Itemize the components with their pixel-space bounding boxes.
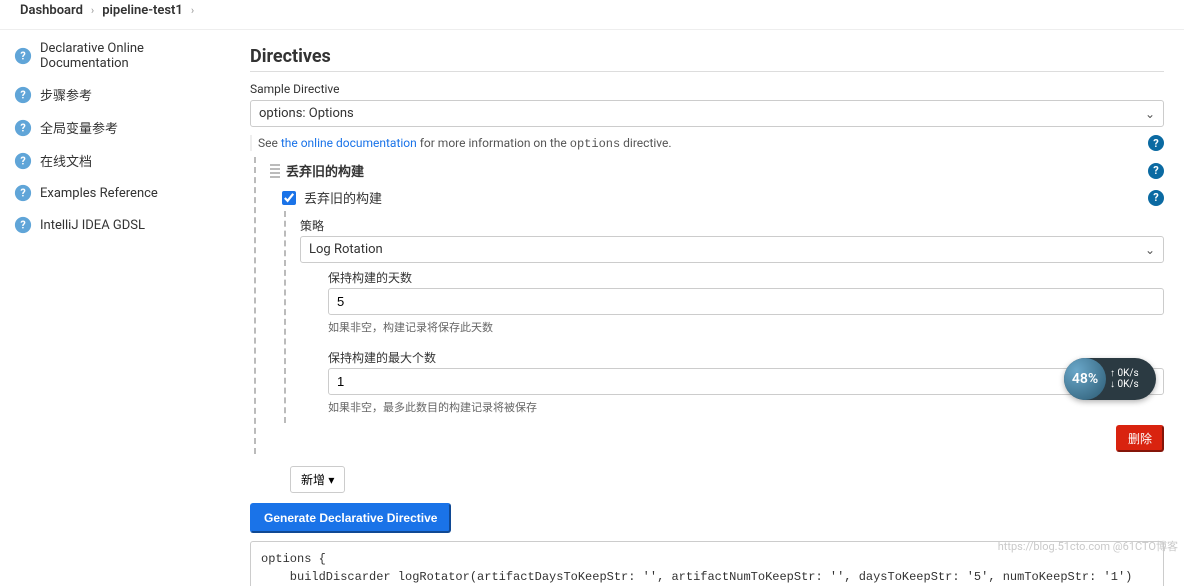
- svg-text:?: ?: [20, 187, 25, 200]
- widget-percent: 48%: [1064, 358, 1106, 400]
- breadcrumb-dashboard[interactable]: Dashboard: [20, 3, 83, 18]
- breadcrumb-bar: Dashboard › pipeline-test1 ›: [0, 0, 1184, 30]
- days-to-keep-label: 保持构建的天数: [328, 263, 1164, 288]
- help-icon: ?: [14, 86, 32, 104]
- page-title: Directives: [250, 46, 1164, 72]
- strategy-select[interactable]: Log Rotation ⌄: [300, 236, 1164, 263]
- watermark: https://blog.51cto.com @61CTO博客: [998, 538, 1178, 554]
- help-icon[interactable]: ?: [1148, 190, 1164, 206]
- sidebar-item-examples[interactable]: ? Examples Reference: [10, 177, 225, 209]
- sidebar-item-label: IntelliJ IDEA GDSL: [40, 218, 145, 233]
- caret-down-icon: ▾: [328, 473, 334, 487]
- sidebar-item-label: Declarative Online Documentation: [40, 41, 221, 71]
- download-rate: ↓ 0K/s: [1110, 379, 1139, 390]
- select-value: Log Rotation: [309, 242, 383, 257]
- discard-old-builds-block: 丢弃旧的构建 ? 丢弃旧的构建 ? 策略 Log Rotation ⌄: [254, 157, 1164, 454]
- network-widget[interactable]: 48% ↑ 0K/s ↓ 0K/s: [1064, 358, 1156, 400]
- sidebar-item-label: 全局变量参考: [40, 118, 118, 137]
- svg-text:?: ?: [20, 88, 25, 101]
- sidebar-item-intellij[interactable]: ? IntelliJ IDEA GDSL: [10, 209, 225, 241]
- sidebar-item-label: 在线文档: [40, 151, 92, 170]
- main-content: Directives Sample Directive options: Opt…: [236, 30, 1184, 586]
- max-to-keep-input[interactable]: [328, 368, 1164, 395]
- delete-button[interactable]: 删除: [1116, 425, 1164, 452]
- upload-rate: ↑ 0K/s: [1110, 368, 1139, 379]
- strategy-label: 策略: [300, 211, 1164, 236]
- help-icon[interactable]: ?: [1148, 135, 1164, 151]
- svg-text:?: ?: [20, 121, 25, 134]
- add-button[interactable]: 新增 ▾: [290, 466, 345, 493]
- chevron-right-icon: ›: [187, 4, 198, 17]
- checkbox-label: 丢弃旧的构建: [304, 188, 382, 207]
- generate-directive-button[interactable]: Generate Declarative Directive: [250, 503, 451, 533]
- breadcrumb-pipeline[interactable]: pipeline-test1: [102, 3, 183, 18]
- days-help-text: 如果非空，构建记录将保存此天数: [328, 315, 1164, 343]
- chevron-down-icon: ⌄: [1145, 243, 1155, 257]
- help-icon: ?: [14, 216, 32, 234]
- max-help-text: 如果非空，最多此数目的构建记录将被保存: [328, 395, 1164, 423]
- breadcrumb: Dashboard › pipeline-test1 ›: [14, 0, 204, 30]
- svg-text:?: ?: [20, 154, 25, 167]
- days-to-keep-input[interactable]: [328, 288, 1164, 315]
- max-to-keep-label: 保持构建的最大个数: [328, 343, 1164, 368]
- drag-handle-icon[interactable]: [270, 164, 280, 178]
- chevron-down-icon: ⌄: [1145, 107, 1155, 121]
- sidebar-item-label: Examples Reference: [40, 186, 158, 201]
- discard-old-builds-checkbox[interactable]: [282, 191, 296, 205]
- help-icon: ?: [14, 119, 32, 137]
- select-value: options: Options: [259, 106, 354, 121]
- svg-text:?: ?: [20, 219, 25, 232]
- hint-text: See the online documentation for more in…: [258, 136, 672, 151]
- sidebar: ? Declarative Online Documentation ? 步骤参…: [0, 30, 236, 586]
- chevron-right-icon: ›: [87, 4, 98, 17]
- sidebar-item-step-ref[interactable]: ? 步骤参考: [10, 78, 225, 111]
- help-icon: ?: [14, 47, 32, 65]
- online-docs-link[interactable]: the online documentation: [281, 136, 417, 150]
- help-icon[interactable]: ?: [1148, 163, 1164, 179]
- help-icon: ?: [14, 184, 32, 202]
- block-title: 丢弃旧的构建: [286, 161, 364, 180]
- sample-directive-select[interactable]: options: Options ⌄: [250, 100, 1164, 127]
- svg-text:?: ?: [20, 50, 25, 63]
- sidebar-item-label: 步骤参考: [40, 85, 92, 104]
- sidebar-item-online-docs[interactable]: ? 在线文档: [10, 144, 225, 177]
- sample-directive-label: Sample Directive: [250, 82, 1164, 96]
- help-icon: ?: [14, 152, 32, 170]
- sidebar-item-declarative-docs[interactable]: ? Declarative Online Documentation: [10, 34, 225, 78]
- sidebar-item-global-var[interactable]: ? 全局变量参考: [10, 111, 225, 144]
